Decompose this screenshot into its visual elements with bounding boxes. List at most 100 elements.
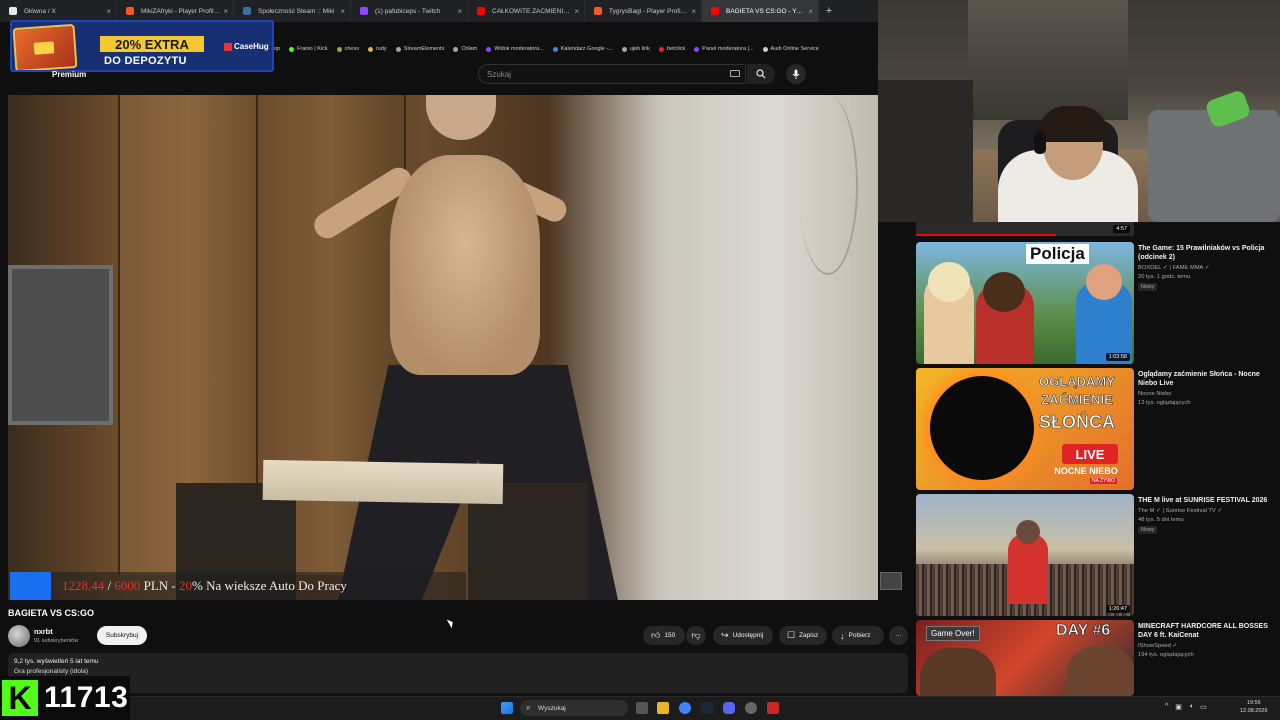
new-tab-button[interactable]: + <box>819 0 839 22</box>
obs-icon[interactable] <box>745 702 757 714</box>
taskbar-search[interactable]: ⌕ Wyszukaj <box>520 700 628 716</box>
keyboard-icon[interactable] <box>730 70 740 77</box>
taskbar-clock[interactable]: 19:56 12.08.2026 <box>1240 699 1268 715</box>
tab-6-active[interactable]: BAGIETA VS CS:GO - YouTube× <box>702 0 819 22</box>
download-button[interactable]: ↓ Pobierz <box>832 626 884 645</box>
file-explorer-icon[interactable] <box>657 702 669 714</box>
close-tab-icon[interactable]: × <box>574 7 579 16</box>
bookmark[interactable]: rudy <box>367 46 387 52</box>
bookmark[interactable]: StreamElements <box>395 46 444 52</box>
video-scene <box>8 265 113 425</box>
steam-icon[interactable] <box>701 702 713 714</box>
recommendation-thumbnail[interactable]: Game Over! DAY #6 <box>916 620 1134 696</box>
recommendation-title[interactable]: MINECRAFT HARDCORE ALL BOSSES DAY 6 ft. … <box>1138 622 1276 640</box>
thumbnail-text: NOCNE NIEBO <box>1054 466 1118 476</box>
bookmark[interactable]: ujeb link <box>621 46 650 52</box>
recommendation-title[interactable]: THE M live at SUNRISE FESTIVAL 2026 <box>1138 496 1276 505</box>
recommendation-title[interactable]: Oglądamy zaćmienie Słońca - Nocne Niebo … <box>1138 370 1276 388</box>
search-button[interactable] <box>747 64 775 84</box>
steam-icon <box>243 7 251 15</box>
tab-2[interactable]: Społeczność Steam :: Miki × <box>234 0 351 22</box>
browser-tabstrip: Główna / X × MikiZAfryki - Player Profile… <box>0 0 878 22</box>
bookmark[interactable]: Chłam <box>453 46 477 52</box>
new-badge: Nowy <box>1138 526 1158 534</box>
tab-5[interactable]: TygrysBagi - Player Profile - FACEIT× <box>585 0 702 22</box>
casehug-logo-icon <box>224 42 232 51</box>
shield-icon[interactable] <box>767 702 779 714</box>
recommendation-item[interactable]: OGLĄDAMY ZAĆMIENIE SŁOŃCA LIVE NOCNE NIE… <box>916 368 1280 490</box>
video-description[interactable]: 9,2 tys. wyświetleń 5 lat temu Gra profe… <box>8 653 908 693</box>
recommendation-channel[interactable]: Nocne Niebo <box>1138 390 1278 398</box>
like-button[interactable]: 👍︎ 150 <box>643 626 685 645</box>
channel-name[interactable]: nxrbt <box>34 627 53 636</box>
close-tab-icon[interactable]: × <box>457 7 462 16</box>
bookmark[interactable]: betclick <box>658 46 685 52</box>
tab-0[interactable]: Główna / X × <box>0 0 117 22</box>
recommendation-thumbnail[interactable]: Policja 1:03:58 <box>916 242 1134 364</box>
recommendation-item[interactable]: Policja 1:03:58 The Game: 15 Prawilniakó… <box>916 242 1280 364</box>
folder-icon <box>367 46 373 52</box>
betclick-icon <box>658 46 664 52</box>
task-view-icon[interactable] <box>636 702 648 714</box>
windows-start-icon[interactable] <box>501 702 513 714</box>
more-actions-button[interactable]: ··· <box>889 626 908 645</box>
x-icon <box>9 7 17 15</box>
video-scene <box>426 95 496 140</box>
close-tab-icon[interactable]: × <box>691 7 696 16</box>
kick-icon <box>289 46 295 52</box>
bookmark[interactable]: op <box>274 46 280 52</box>
thumbnail-scene <box>928 262 970 302</box>
globe-icon <box>453 46 459 52</box>
voice-search-button[interactable] <box>786 64 806 84</box>
thumbnail-text: DAY #6 <box>1056 622 1111 640</box>
thumbnail-text: ZAĆMIENIE <box>1041 392 1113 408</box>
close-tab-icon[interactable]: × <box>223 7 228 16</box>
youtube-premium-label[interactable]: Premium <box>52 70 86 79</box>
promo-extra: 20% EXTRA <box>100 36 204 52</box>
share-button[interactable]: ↪ Udostępnij <box>713 626 773 645</box>
recommendation-item[interactable]: Game Over! DAY #6 MINECRAFT HARDCORE ALL… <box>916 620 1280 696</box>
chevron-up-icon[interactable]: ^ <box>1165 703 1168 711</box>
recommendation-title[interactable]: The Game: 15 Prawilniaków vs Policja (od… <box>1138 244 1276 262</box>
video-thumbnail-mini <box>880 572 902 590</box>
close-tab-icon[interactable]: × <box>106 7 111 16</box>
watch-progress-bar <box>916 234 1056 236</box>
chrome-icon[interactable] <box>679 702 691 714</box>
recommendation-channel[interactable]: IShowSpeed ✓ <box>1138 642 1278 650</box>
bookmark[interactable]: Kalendarz Google -... <box>552 46 613 52</box>
subscribe-button[interactable]: Subskrybuj <box>97 626 147 645</box>
system-tray[interactable]: ^ ▣ ◖ ▭ <box>1165 703 1207 711</box>
recommendation-meta: 194 tys. oglądających <box>1138 652 1194 658</box>
tab-1[interactable]: MikiZAfryki - Player Profile - FACEIT× <box>117 0 234 22</box>
bookmark[interactable]: Franio | Kick <box>289 46 328 52</box>
youtube-icon <box>711 7 719 15</box>
save-button[interactable]: ☐ Zapisz <box>779 626 827 645</box>
bookmark[interactable]: Audi Online Service <box>762 46 819 52</box>
tab-4[interactable]: CAŁKOWITE ZAĆMIENIE SŁOŃCA× <box>468 0 585 22</box>
close-tab-icon[interactable]: × <box>340 7 345 16</box>
recommendation-item[interactable]: 1:26:47 THE M live at SUNRISE FESTIVAL 2… <box>916 494 1280 616</box>
recommendation-channel[interactable]: BOXDEL ✓ | FAME MMA ✓ <box>1138 264 1278 272</box>
discord-icon[interactable] <box>723 702 735 714</box>
speaker-icon[interactable]: ◖ <box>1189 703 1193 711</box>
download-icon: ↓ <box>840 630 845 641</box>
bookmark[interactable]: chess <box>336 46 359 52</box>
network-icon[interactable]: ▣ <box>1175 703 1182 711</box>
thumbnail-scene <box>983 272 1025 312</box>
webcam-scene <box>1038 106 1108 142</box>
tab-3[interactable]: (1) pafubiceps - Twitch × <box>351 0 468 22</box>
video-player[interactable] <box>8 95 878 600</box>
avatar[interactable] <box>8 625 30 647</box>
recommendation-thumbnail[interactable]: OGLĄDAMY ZAĆMIENIE SŁOŃCA LIVE NOCNE NIE… <box>916 368 1134 490</box>
bookmark[interactable]: Panel moderatora |... <box>694 46 754 52</box>
close-tab-icon[interactable]: × <box>808 7 813 16</box>
thumbnail-scene <box>1016 520 1040 544</box>
recommendation-thumbnail[interactable]: 4:57 <box>916 222 1134 236</box>
thumbnail-scene <box>1008 534 1048 604</box>
recommendation-thumbnail[interactable]: 1:26:47 <box>916 494 1134 616</box>
search-input[interactable]: Szukaj <box>478 64 746 84</box>
battery-icon[interactable]: ▭ <box>1200 703 1207 711</box>
bookmark[interactable]: Widok moderatora... <box>486 46 544 52</box>
recommendation-channel[interactable]: The M ✓ | Sunrise Festival TV ✓ <box>1138 507 1278 515</box>
dislike-button[interactable]: 👎︎ <box>686 626 706 645</box>
